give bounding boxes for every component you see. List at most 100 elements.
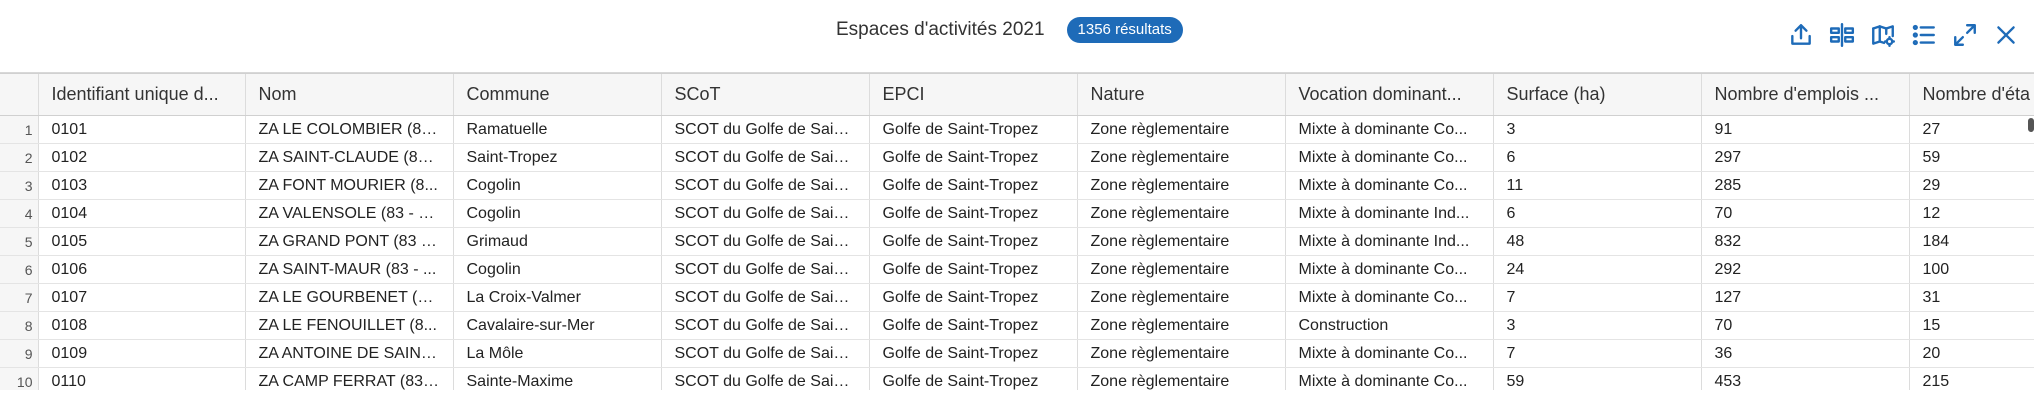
- close-button[interactable]: [1992, 20, 2020, 50]
- table-cell: 0110: [38, 367, 246, 390]
- row-number: 2: [0, 143, 39, 172]
- table-cell: Cogolin: [453, 171, 662, 200]
- table-cell: 15: [1909, 311, 2034, 340]
- table-cell: La Croix-Valmer: [453, 283, 662, 312]
- table-cell: 0107: [38, 283, 246, 312]
- table-cell: 31: [1909, 283, 2034, 312]
- table-cell: 832: [1701, 227, 1910, 256]
- row-number: 3: [0, 171, 39, 200]
- attribute-table: Identifiant unique d... Nom Commune SCoT…: [0, 73, 2034, 390]
- column-header[interactable]: Vocation dominant...: [1285, 74, 1494, 116]
- row-number: 6: [0, 255, 39, 284]
- table-cell: 36: [1701, 339, 1910, 368]
- table-cell: Zone règlementaire: [1077, 311, 1286, 340]
- column-header[interactable]: SCoT: [661, 74, 870, 116]
- header-row: Identifiant unique d... Nom Commune SCoT…: [0, 74, 2034, 116]
- table-cell: SCOT du Golfe de Sain...: [661, 171, 870, 200]
- table-cell: 91: [1701, 115, 1910, 144]
- table-cell: Golfe de Saint-Tropez: [869, 171, 1078, 200]
- column-header[interactable]: Nature: [1077, 74, 1286, 116]
- table-row[interactable]: 3 0103 ZA FONT MOURIER (8... Cogolin SCOT du…: [0, 171, 2034, 200]
- table-row[interactable]: 7 0107 ZA LE GOURBENET (8... La Croix-Valme…: [0, 283, 2034, 312]
- column-header[interactable]: Nombre d'emplois ...: [1701, 74, 1910, 116]
- table-row[interactable]: 10 0110 ZA CAMP FERRAT (83 ... Sainte-Maxim…: [0, 367, 2034, 390]
- column-header[interactable]: EPCI: [869, 74, 1078, 116]
- table-cell: Zone règlementaire: [1077, 339, 1286, 368]
- table-cell: 0105: [38, 227, 246, 256]
- column-header[interactable]: Nom: [245, 74, 454, 116]
- table-row[interactable]: 5 0105 ZA GRAND PONT (83 -... Grimaud SCOT d…: [0, 227, 2034, 256]
- map-settings-icon: [1872, 25, 1896, 48]
- table-cell: 6: [1493, 143, 1702, 172]
- table-cell: 59: [1493, 367, 1702, 390]
- table-cell: 7: [1493, 283, 1702, 312]
- map-settings-button[interactable]: [1869, 20, 1897, 50]
- data-table: Identifiant unique d... Nom Commune SCoT…: [0, 74, 2034, 390]
- panel-title: Espaces d'activités 2021: [836, 19, 1045, 40]
- table-cell: 3: [1493, 115, 1702, 144]
- table-cell: Golfe de Saint-Tropez: [869, 255, 1078, 284]
- table-cell: Golfe de Saint-Tropez: [869, 311, 1078, 340]
- table-cell: Golfe de Saint-Tropez: [869, 367, 1078, 390]
- table-cell: ZA LE FENOUILLET (8...: [245, 311, 454, 340]
- table-cell: ZA SAINT-CLAUDE (83...: [245, 143, 454, 172]
- table-cell: Mixte à dominante Co...: [1285, 283, 1494, 312]
- row-number: 10: [0, 367, 39, 390]
- column-header[interactable]: Identifiant unique d...: [38, 74, 246, 116]
- table-cell: ZA CAMP FERRAT (83 ...: [245, 367, 454, 390]
- fullscreen-button[interactable]: [1951, 20, 1979, 50]
- table-cell: ZA LE COLOMBIER (83...: [245, 115, 454, 144]
- table-cell: 11: [1493, 171, 1702, 200]
- table-row[interactable]: 2 0102 ZA SAINT-CLAUDE (83... Saint-Tropez S…: [0, 143, 2034, 172]
- table-cell: SCOT du Golfe de Sain...: [661, 339, 870, 368]
- column-header[interactable]: Surface (ha): [1493, 74, 1702, 116]
- table-cell: SCOT du Golfe de Sain...: [661, 115, 870, 144]
- column-header[interactable]: Nombre d'éta: [1909, 74, 2034, 116]
- table-cell: Mixte à dominante Co...: [1285, 339, 1494, 368]
- title-group: Espaces d'activités 2021 1356 résultats: [836, 16, 1183, 44]
- export-button[interactable]: [1787, 20, 1815, 50]
- table-cell: 184: [1909, 227, 2034, 256]
- table-cell: Ramatuelle: [453, 115, 662, 144]
- table-cell: SCOT du Golfe de Sain...: [661, 255, 870, 284]
- table-cell: La Môle: [453, 339, 662, 368]
- table-cell: Zone règlementaire: [1077, 367, 1286, 390]
- table-cell: 3: [1493, 311, 1702, 340]
- column-header[interactable]: Commune: [453, 74, 662, 116]
- table-row[interactable]: 8 0108 ZA LE FENOUILLET (8... Cavalaire-sur…: [0, 311, 2034, 340]
- table-cell: 453: [1701, 367, 1910, 390]
- export-icon: [1791, 24, 1811, 45]
- table-cell: 0108: [38, 311, 246, 340]
- table-cell: Grimaud: [453, 227, 662, 256]
- table-cell: Zone règlementaire: [1077, 227, 1286, 256]
- table-cell: Cogolin: [453, 255, 662, 284]
- table-cell: 285: [1701, 171, 1910, 200]
- table-cell: Golfe de Saint-Tropez: [869, 283, 1078, 312]
- table-cell: 12: [1909, 199, 2034, 228]
- row-number: 7: [0, 283, 39, 312]
- columns-button[interactable]: [1828, 20, 1856, 50]
- table-cell: 0102: [38, 143, 246, 172]
- table-row[interactable]: 4 0104 ZA VALENSOLE (83 - C... Cogolin SCOT …: [0, 199, 2034, 228]
- table-cell: Zone règlementaire: [1077, 171, 1286, 200]
- list-button[interactable]: [1910, 20, 1938, 50]
- table-cell: 0106: [38, 255, 246, 284]
- table-row[interactable]: 1 0101 ZA LE COLOMBIER (83... Ramatuelle SCO…: [0, 115, 2034, 144]
- table-cell: Saint-Tropez: [453, 143, 662, 172]
- table-cell: ZA FONT MOURIER (8...: [245, 171, 454, 200]
- table-row[interactable]: 6 0106 ZA SAINT-MAUR (83 - ... Cogolin SCOT …: [0, 255, 2034, 284]
- table-cell: 0101: [38, 115, 246, 144]
- row-number-header: [0, 74, 39, 116]
- table-cell: 27: [1909, 115, 2034, 144]
- table-cell: 297: [1701, 143, 1910, 172]
- table-cell: SCOT du Golfe de Sain...: [661, 367, 870, 390]
- results-count-badge: 1356 résultats: [1066, 17, 1183, 43]
- table-cell: Mixte à dominante Co...: [1285, 367, 1494, 390]
- table-cell: 29: [1909, 171, 2034, 200]
- table-cell: Mixte à dominante Co...: [1285, 171, 1494, 200]
- table-row[interactable]: 9 0109 ZA ANTOINE DE SAINT... La Môle SCOT d…: [0, 339, 2034, 368]
- table-cell: SCOT du Golfe de Sain...: [661, 199, 870, 228]
- vertical-scrollbar-thumb[interactable]: [2028, 118, 2034, 132]
- table-cell: Zone règlementaire: [1077, 255, 1286, 284]
- table-cell: Golfe de Saint-Tropez: [869, 199, 1078, 228]
